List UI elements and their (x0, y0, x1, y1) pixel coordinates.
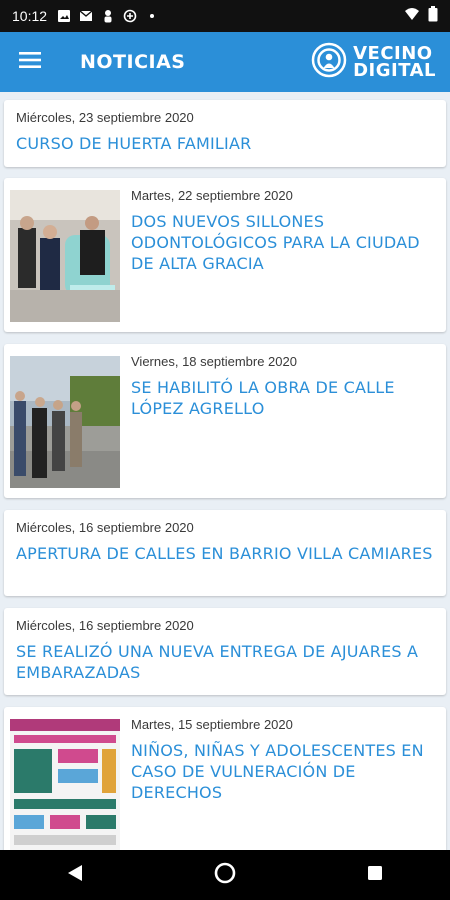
news-list[interactable]: Miércoles, 23 septiembre 2020 CURSO DE H… (0, 92, 450, 850)
dot-notification-icon (145, 9, 159, 23)
menu-button[interactable] (0, 32, 60, 92)
brand-line-2: DIGITAL (353, 60, 436, 81)
person-notification-icon (101, 9, 115, 23)
brand-logo: VECINO DIGITAL (311, 42, 436, 82)
news-card[interactable]: Miércoles, 16 septiembre 2020 APERTURA D… (4, 510, 446, 596)
status-bar: 10:12 (0, 0, 450, 32)
hamburger-menu-icon (19, 51, 41, 73)
news-card[interactable]: Martes, 15 septiembre 2020 NIÑOS, NIÑAS … (4, 707, 446, 850)
image-notification-icon (57, 9, 71, 23)
news-card[interactable]: Martes, 22 septiembre 2020 DOS NUEVOS SI… (4, 178, 446, 332)
news-date: Viernes, 18 septiembre 2020 (131, 354, 297, 369)
back-button[interactable] (45, 855, 105, 895)
brand-name: VECINO DIGITAL (353, 45, 436, 81)
news-date: Martes, 15 septiembre 2020 (131, 717, 293, 732)
news-title: DOS NUEVOS SILLONES ODONTOLÓGICOS PARA L… (131, 212, 420, 273)
news-card[interactable]: Miércoles, 23 septiembre 2020 CURSO DE H… (4, 100, 446, 167)
back-triangle-icon (67, 864, 83, 886)
news-date: Miércoles, 16 septiembre 2020 (16, 520, 194, 535)
battery-icon (428, 6, 438, 26)
news-date: Martes, 22 septiembre 2020 (131, 188, 293, 203)
mail-notification-icon (79, 9, 93, 23)
data-saver-icon (123, 9, 137, 23)
news-title: CURSO DE HUERTA FAMILIAR (16, 134, 252, 153)
home-circle-icon (214, 862, 236, 888)
news-thumbnail (10, 190, 120, 322)
news-title: SE REALIZÓ UNA NUEVA ENTREGA DE AJUARES … (16, 642, 419, 682)
app-bar: NOTICIAS VECINO DIGITAL (0, 32, 450, 92)
news-title: NIÑOS, NIÑAS Y ADOLESCENTES EN CASO DE V… (131, 741, 424, 802)
news-title: SE HABILITÓ LA OBRA DE CALLE LÓPEZ AGREL… (131, 378, 395, 418)
wifi-icon (404, 7, 420, 25)
recents-square-icon (367, 865, 383, 885)
status-time: 10:12 (12, 8, 48, 24)
home-button[interactable] (195, 855, 255, 895)
vecino-digital-logo-icon (311, 42, 347, 82)
recents-button[interactable] (345, 855, 405, 895)
news-thumbnail (10, 719, 120, 850)
news-title: APERTURA DE CALLES EN BARRIO VILLA CAMIA… (16, 544, 433, 563)
news-thumbnail (10, 356, 120, 488)
news-date: Miércoles, 23 septiembre 2020 (16, 110, 194, 125)
page-title: NOTICIAS (80, 51, 186, 73)
news-card[interactable]: Miércoles, 16 septiembre 2020 SE REALIZÓ… (4, 608, 446, 695)
system-navigation-bar (0, 850, 450, 900)
news-date: Miércoles, 16 septiembre 2020 (16, 618, 194, 633)
news-card[interactable]: Viernes, 18 septiembre 2020 SE HABILITÓ … (4, 344, 446, 498)
